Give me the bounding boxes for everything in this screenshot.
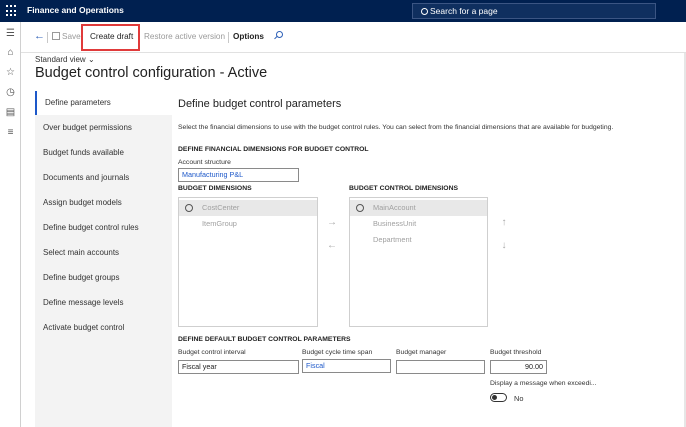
save-label: Save <box>62 32 81 41</box>
search-input[interactable]: Search for a page <box>412 3 656 19</box>
list-item[interactable]: CostCenter <box>179 200 317 216</box>
move-right-arrow-icon[interactable]: → <box>325 216 339 230</box>
tab-define-budget-groups[interactable]: Define budget groups <box>35 266 172 290</box>
instruction-text: Select the financial dimensions to use w… <box>178 124 614 131</box>
financial-dimensions-heading: DEFINE FINANCIAL DIMENSIONS FOR BUDGET C… <box>178 146 369 153</box>
budget-cycle-time-span-field[interactable]: Fiscal <box>302 359 391 373</box>
tab-assign-budget-models[interactable]: Assign budget models <box>35 191 172 215</box>
vertical-tab-list: Define parameters Over budget permission… <box>35 91 172 427</box>
find-icon[interactable] <box>276 31 283 38</box>
list-item-label: ItemGroup <box>202 219 237 228</box>
view-selector[interactable]: Standard view ⌄ <box>35 55 95 64</box>
move-up-arrow-icon[interactable]: ↑ <box>497 216 511 230</box>
budget-manager-field[interactable] <box>396 360 485 374</box>
budget-control-interval-field[interactable]: Fiscal year <box>178 360 299 374</box>
back-arrow-icon[interactable]: ← <box>34 30 45 42</box>
restore-active-version-button[interactable]: Restore active version <box>144 32 225 41</box>
star-icon[interactable]: ☆ <box>5 67 16 78</box>
account-structure-field[interactable]: Manufacturing P&L <box>178 168 299 182</box>
budget-control-dimensions-heading: BUDGET CONTROL DIMENSIONS <box>349 185 459 192</box>
toggle-value-label: No <box>514 394 524 403</box>
separator <box>47 32 48 43</box>
app-title: Finance and Operations <box>27 5 124 15</box>
chevron-down-icon: ⌄ <box>87 55 95 64</box>
budget-threshold-label: Budget threshold <box>490 349 542 356</box>
display-message-toggle[interactable] <box>490 393 507 402</box>
tab-documents-and-journals[interactable]: Documents and journals <box>35 166 172 190</box>
save-icon <box>52 32 60 40</box>
list-item-label: MainAccount <box>373 203 416 212</box>
search-placeholder: Search for a page <box>430 6 498 16</box>
budget-control-interval-label: Budget control interval <box>178 349 246 356</box>
list-item[interactable]: MainAccount <box>350 200 487 216</box>
top-bar: Finance and Operations Search for a page <box>0 0 686 22</box>
budget-manager-label: Budget manager <box>396 349 447 356</box>
page-title: Budget control configuration - Active <box>35 65 268 81</box>
home-icon[interactable]: ⌂ <box>5 47 16 58</box>
tab-select-main-accounts[interactable]: Select main accounts <box>35 241 172 265</box>
tab-define-budget-control-rules[interactable]: Define budget control rules <box>35 216 172 240</box>
create-draft-button[interactable]: Create draft <box>90 32 133 41</box>
tab-over-budget-permissions[interactable]: Over budget permissions <box>35 116 172 140</box>
tab-budget-funds-available[interactable]: Budget funds available <box>35 141 172 165</box>
account-structure-label: Account structure <box>178 159 231 166</box>
budget-dimensions-list[interactable]: CostCenter ItemGroup <box>178 197 318 327</box>
display-message-label: Display a message when exceedi... <box>490 380 597 387</box>
section-title: Define budget control parameters <box>178 98 342 110</box>
list-item-label: CostCenter <box>202 203 240 212</box>
default-parameters-heading: DEFINE DEFAULT BUDGET CONTROL PARAMETERS <box>178 336 351 343</box>
budget-cycle-time-span-label: Budget cycle time span <box>302 349 373 356</box>
radio-button[interactable] <box>356 204 364 212</box>
options-button[interactable]: Options <box>233 32 264 41</box>
budget-threshold-field[interactable]: 90.00 <box>490 360 547 374</box>
list-icon[interactable]: ≡ <box>5 127 16 138</box>
list-item[interactable]: Department <box>350 232 487 248</box>
app-launcher-icon[interactable] <box>6 5 18 17</box>
view-label: Standard view <box>35 55 86 64</box>
list-item[interactable]: BusinessUnit <box>350 216 487 232</box>
move-down-arrow-icon[interactable]: ↓ <box>497 239 511 253</box>
save-button[interactable]: Save <box>52 32 81 41</box>
list-item-label: BusinessUnit <box>373 219 417 228</box>
tab-activate-budget-control[interactable]: Activate budget control <box>35 316 172 340</box>
navigation-rail: ☰ ⌂ ☆ ◷ ▤ ≡ <box>0 22 21 427</box>
hamburger-icon[interactable]: ☰ <box>5 28 16 39</box>
action-pane: ← Save Create draft Restore active versi… <box>21 22 686 53</box>
list-item-label: Department <box>373 235 412 244</box>
budget-control-dimensions-list[interactable]: MainAccount BusinessUnit Department <box>349 197 488 327</box>
search-icon <box>421 8 428 15</box>
content-pane: Define budget control parameters Select … <box>178 91 684 427</box>
list-item[interactable]: ItemGroup <box>179 216 317 232</box>
tab-define-parameters[interactable]: Define parameters <box>35 91 172 115</box>
tab-define-message-levels[interactable]: Define message levels <box>35 291 172 315</box>
radio-button[interactable] <box>185 204 193 212</box>
workspace-icon[interactable]: ▤ <box>5 107 16 118</box>
clock-icon[interactable]: ◷ <box>5 87 16 98</box>
separator <box>228 32 229 43</box>
budget-dimensions-heading: BUDGET DIMENSIONS <box>178 185 252 192</box>
move-left-arrow-icon[interactable]: ← <box>325 239 339 253</box>
